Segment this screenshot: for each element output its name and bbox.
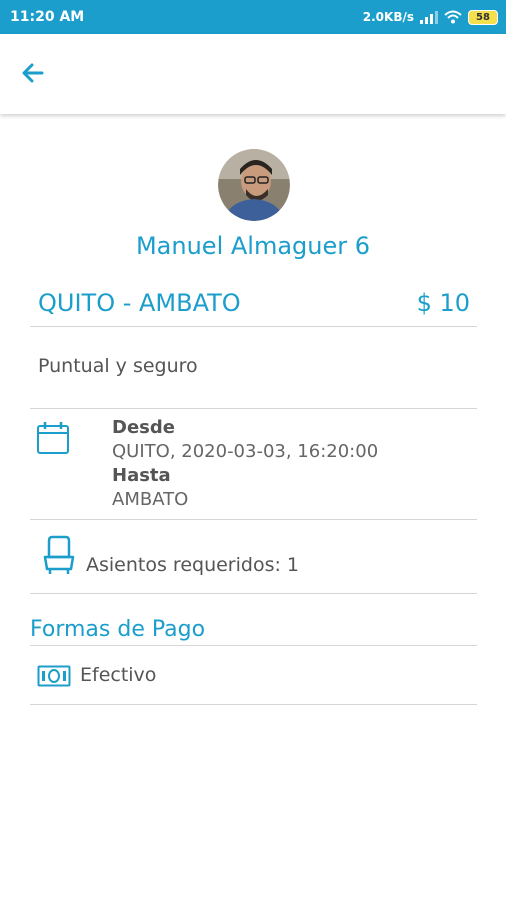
status-bar: 11:20 AM 2.0KB/s 58: [0, 0, 506, 34]
divider: [30, 593, 477, 594]
seats-required: Asientos requeridos: 1: [86, 554, 299, 576]
trip-description: Puntual y seguro: [38, 355, 198, 377]
signal-icon: [420, 11, 438, 24]
calendar-icon: [37, 422, 69, 454]
divider: [30, 519, 477, 520]
payment-method: Efectivo: [80, 664, 157, 686]
route-title: QUITO - AMBATO: [38, 289, 241, 317]
payment-heading: Formas de Pago: [30, 617, 206, 642]
divider: [30, 408, 477, 409]
trip-details: Desde QUITO, 2020-03-03, 16:20:00 Hasta …: [112, 416, 378, 512]
divider: [30, 326, 477, 327]
from-label: Desde: [112, 417, 175, 438]
wifi-icon: [444, 10, 462, 24]
to-label: Hasta: [112, 465, 171, 486]
network-speed: 2.0KB/s: [362, 10, 414, 24]
seat-icon: [43, 535, 75, 574]
divider: [30, 704, 477, 705]
to-value: AMBATO: [112, 489, 189, 510]
back-button[interactable]: [16, 58, 50, 88]
avatar: [218, 149, 290, 221]
driver-name: Manuel Almaguer 6: [135, 232, 371, 260]
battery-icon: 58: [468, 9, 498, 25]
status-time: 11:20 AM: [10, 9, 85, 25]
avatar-photo: [218, 149, 290, 221]
arrow-left-icon: [22, 63, 44, 83]
divider: [30, 645, 477, 646]
battery-level: 58: [476, 11, 490, 23]
app-bar: [0, 34, 506, 114]
from-value: QUITO, 2020-03-03, 16:20:00: [112, 441, 379, 462]
status-indicators: 2.0KB/s 58: [363, 7, 498, 27]
route-row: QUITO - AMBATO $ 10: [38, 289, 470, 319]
route-price: $ 10: [416, 289, 470, 317]
cash-icon: [37, 665, 71, 687]
